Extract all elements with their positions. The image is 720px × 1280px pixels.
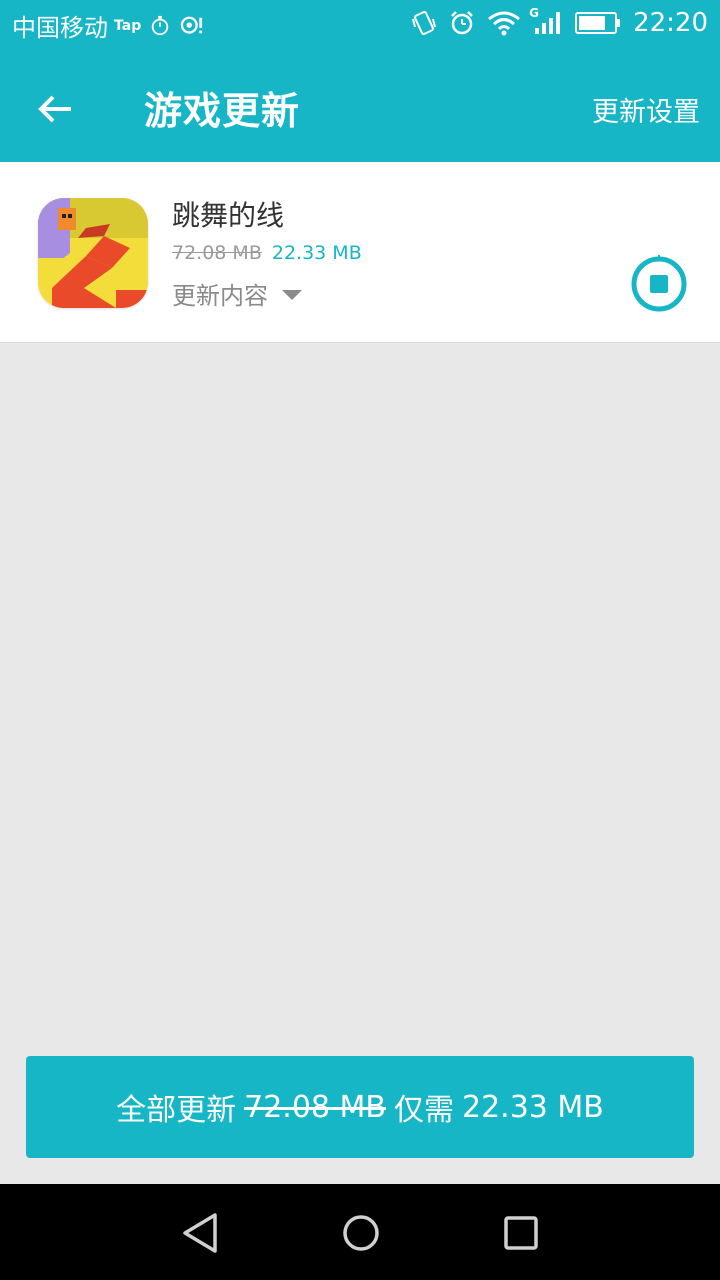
app-bar: 游戏更新 更新设置 xyxy=(0,50,720,162)
battery-icon xyxy=(575,11,621,35)
carrier-name: 中国移动 xyxy=(12,14,108,42)
update-all-label: 全部更新 xyxy=(116,1093,237,1128)
old-size: 72.08 MB xyxy=(172,242,262,264)
triangle-back-icon xyxy=(181,1212,221,1254)
tap-label: Tap xyxy=(114,17,142,34)
nav-home-button[interactable] xyxy=(336,1208,386,1258)
size-info: 72.08 MB 22.33 MB xyxy=(172,242,362,264)
new-size: 22.33 MB xyxy=(271,242,362,264)
changelog-label: 更新内容 xyxy=(172,282,268,310)
stop-circle-icon xyxy=(630,255,688,313)
update-settings-button[interactable]: 更新设置 xyxy=(592,90,700,129)
update-all-only-label: 仅需 xyxy=(394,1093,454,1128)
status-left: 中国移动 Tap xyxy=(12,8,205,43)
app-icon xyxy=(38,198,148,308)
nav-back-button[interactable] xyxy=(176,1208,226,1258)
circle-home-icon xyxy=(341,1213,381,1253)
square-recents-icon xyxy=(503,1215,539,1251)
network-type: G xyxy=(529,6,539,20)
page-title: 游戏更新 xyxy=(144,89,301,133)
update-all-old-size: 72.08 MB xyxy=(244,1089,386,1125)
alarm-icon xyxy=(449,10,475,36)
changelog-toggle[interactable]: 更新内容 xyxy=(172,276,302,311)
arrow-left-icon xyxy=(37,94,73,124)
stop-download-button[interactable] xyxy=(630,255,688,313)
clock: 22:20 xyxy=(633,8,708,38)
status-bar: 中国移动 Tap G 22:20 xyxy=(0,0,720,50)
app-name: 跳舞的线 xyxy=(172,199,285,232)
wifi-icon xyxy=(487,10,521,36)
update-all-new-size: 22.33 MB xyxy=(462,1089,604,1125)
status-right: G 22:20 xyxy=(411,6,708,38)
back-button[interactable] xyxy=(28,82,82,136)
list-item[interactable]: 跳舞的线 72.08 MB 22.33 MB 更新内容 xyxy=(0,162,720,343)
location-alert-icon xyxy=(179,15,205,37)
vibrate-icon xyxy=(411,9,437,37)
update-all-button[interactable]: 全部更新 72.08 MB 仅需 22.33 MB xyxy=(26,1056,694,1158)
stopwatch-icon xyxy=(149,15,171,37)
navigation-bar xyxy=(0,1184,720,1280)
caret-down-icon xyxy=(282,289,302,300)
signal-icon: G xyxy=(529,6,563,36)
nav-recents-button[interactable] xyxy=(496,1208,546,1258)
